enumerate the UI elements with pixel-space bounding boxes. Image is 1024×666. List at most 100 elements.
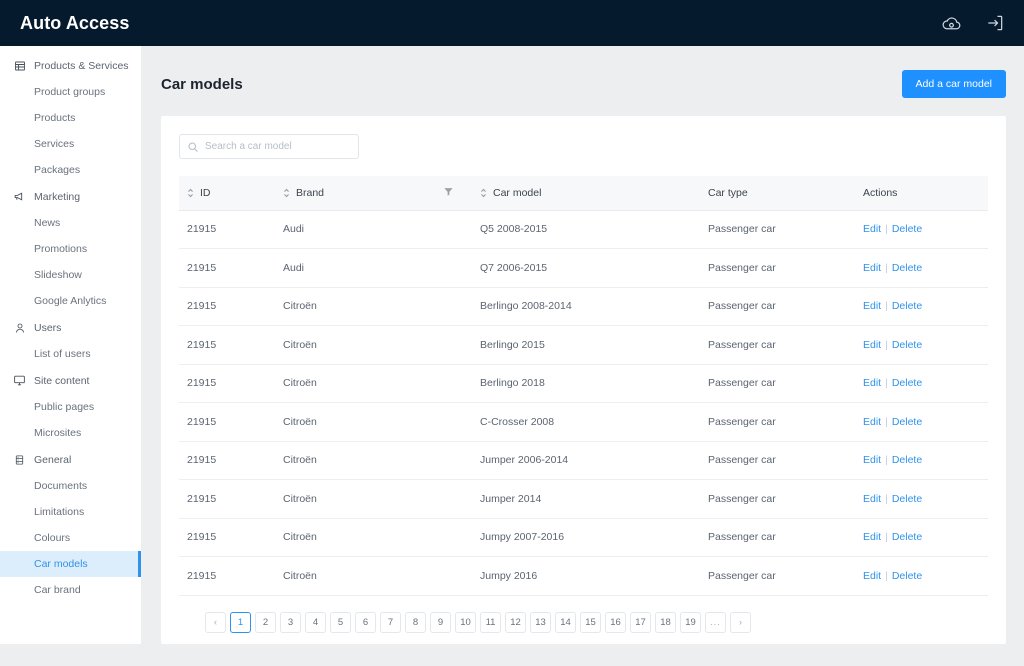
edit-link[interactable]: Edit	[863, 454, 881, 466]
logout-icon[interactable]	[984, 12, 1006, 34]
edit-link[interactable]: Edit	[863, 339, 881, 351]
pagination-page-14[interactable]: 14	[555, 611, 576, 633]
cell-car-model: Jumper 2014	[472, 479, 700, 519]
main-content: Car models Add a car model Search a car …	[141, 46, 1024, 666]
pagination-page-11[interactable]: 11	[480, 611, 501, 633]
sort-icon[interactable]	[283, 187, 290, 199]
pagination-page-1[interactable]: 1	[230, 611, 251, 633]
delete-link[interactable]: Delete	[892, 493, 922, 505]
sidebar-group-general[interactable]: General	[0, 446, 141, 473]
action-separator: |	[885, 377, 888, 390]
edit-link[interactable]: Edit	[863, 262, 881, 274]
sidebar-item-documents[interactable]: Documents	[0, 473, 141, 499]
delete-link[interactable]: Delete	[892, 416, 922, 428]
sidebar-item-google-analytics[interactable]: Google Anlytics	[0, 288, 141, 314]
cloud-icon[interactable]	[940, 12, 962, 34]
sidebar-item-microsites[interactable]: Microsites	[0, 420, 141, 446]
edit-link[interactable]: Edit	[863, 493, 881, 505]
sidebar-item-public-pages[interactable]: Public pages	[0, 394, 141, 420]
edit-link[interactable]: Edit	[863, 223, 881, 235]
action-separator: |	[885, 415, 888, 428]
table-row: 21915 Citroën Jumper 2006-2014 Passenger ca…	[179, 441, 988, 480]
pagination-page-9[interactable]: 9	[430, 611, 451, 633]
edit-link[interactable]: Edit	[863, 377, 881, 389]
sidebar-item-slideshow[interactable]: Slideshow	[0, 262, 141, 288]
cell-brand: Citroën	[275, 518, 472, 557]
sidebar-item-promotions[interactable]: Promotions	[0, 236, 141, 262]
sidebar-group-label: Users	[34, 321, 62, 334]
sidebar-item-list-of-users[interactable]: List of users	[0, 341, 141, 367]
cell-id: 21915	[179, 518, 275, 557]
sidebar-item-car-models[interactable]: Car models	[0, 551, 141, 577]
pagination-page-10[interactable]: 10	[455, 611, 476, 633]
pagination-page-4[interactable]: 4	[305, 611, 326, 633]
pagination-page-5[interactable]: 5	[330, 611, 351, 633]
action-separator: |	[885, 492, 888, 505]
sidebar-item-packages[interactable]: Packages	[0, 157, 141, 183]
cell-actions: Edit | Delete	[855, 479, 988, 519]
edit-link[interactable]: Edit	[863, 300, 881, 312]
column-header-id[interactable]: ID	[179, 176, 275, 211]
cell-brand: Audi	[275, 248, 472, 288]
column-header-car-model[interactable]: Car model	[472, 176, 700, 211]
server-icon	[13, 453, 26, 466]
sidebar-group-label: Marketing	[34, 190, 81, 203]
table-row: 21915 Citroën C-Crosser 2008 Passenger car E…	[179, 402, 988, 442]
sidebar-item-news[interactable]: News	[0, 210, 141, 236]
cell-car-model: Jumper 2006-2014	[472, 441, 700, 480]
sidebar-item-product-groups[interactable]: Product groups	[0, 79, 141, 105]
sidebar-group-site-content[interactable]: Site content	[0, 367, 141, 394]
pagination-page-8[interactable]: 8	[405, 611, 426, 633]
delete-link[interactable]: Delete	[892, 262, 922, 274]
delete-link[interactable]: Delete	[892, 377, 922, 389]
car-models-table: ID Brand Car model Car type Actions 2191…	[179, 176, 988, 596]
pagination-page-13[interactable]: 13	[530, 611, 551, 633]
sidebar-group-products-services[interactable]: Products & Services	[0, 52, 141, 79]
column-header-brand[interactable]: Brand	[275, 176, 435, 211]
edit-link[interactable]: Edit	[863, 531, 881, 543]
cell-actions: Edit | Delete	[855, 441, 988, 480]
sidebar-group-label: Site content	[34, 374, 90, 387]
pagination-page-17[interactable]: 17	[630, 611, 651, 633]
sidebar-item-colours[interactable]: Colours	[0, 525, 141, 551]
pagination-prev[interactable]: ‹	[205, 611, 226, 633]
sidebar-item-products[interactable]: Products	[0, 105, 141, 131]
pagination-page-18[interactable]: 18	[655, 611, 676, 633]
column-header-label: Car model	[493, 186, 542, 199]
pagination-page-2[interactable]: 2	[255, 611, 276, 633]
pagination-page-7[interactable]: 7	[380, 611, 401, 633]
pagination-page-15[interactable]: 15	[580, 611, 601, 633]
cell-actions: Edit | Delete	[855, 287, 988, 326]
column-header-label: Brand	[296, 186, 325, 199]
filter-icon[interactable]	[443, 187, 454, 200]
delete-link[interactable]: Delete	[892, 300, 922, 312]
sidebar-item-car-brand[interactable]: Car brand	[0, 577, 141, 603]
add-car-model-button[interactable]: Add a car model	[901, 70, 1006, 98]
delete-link[interactable]: Delete	[892, 454, 922, 466]
sidebar-group-marketing[interactable]: Marketing	[0, 183, 141, 210]
pagination-next[interactable]: ›	[730, 611, 751, 633]
delete-link[interactable]: Delete	[892, 570, 922, 582]
delete-link[interactable]: Delete	[892, 339, 922, 351]
column-header-label: ID	[200, 186, 211, 199]
cell-id: 21915	[179, 364, 275, 403]
sidebar-item-limitations[interactable]: Limitations	[0, 499, 141, 525]
pagination-page-19[interactable]: 19	[680, 611, 701, 633]
pagination-page-12[interactable]: 12	[505, 611, 526, 633]
sidebar-group-users[interactable]: Users	[0, 314, 141, 341]
cell-brand: Citroën	[275, 325, 472, 365]
pagination-page-3[interactable]: 3	[280, 611, 301, 633]
edit-link[interactable]: Edit	[863, 570, 881, 582]
pagination-ellipsis[interactable]: ...	[705, 611, 726, 633]
sidebar-item-services[interactable]: Services	[0, 131, 141, 157]
edit-link[interactable]: Edit	[863, 416, 881, 428]
pagination-page-16[interactable]: 16	[605, 611, 626, 633]
cell-car-type: Passenger car	[700, 364, 855, 403]
sort-icon[interactable]	[187, 187, 194, 199]
delete-link[interactable]: Delete	[892, 223, 922, 235]
search-input[interactable]	[179, 134, 359, 159]
cell-car-type: Passenger car	[700, 556, 855, 596]
pagination-page-6[interactable]: 6	[355, 611, 376, 633]
delete-link[interactable]: Delete	[892, 531, 922, 543]
sort-icon[interactable]	[480, 187, 487, 199]
